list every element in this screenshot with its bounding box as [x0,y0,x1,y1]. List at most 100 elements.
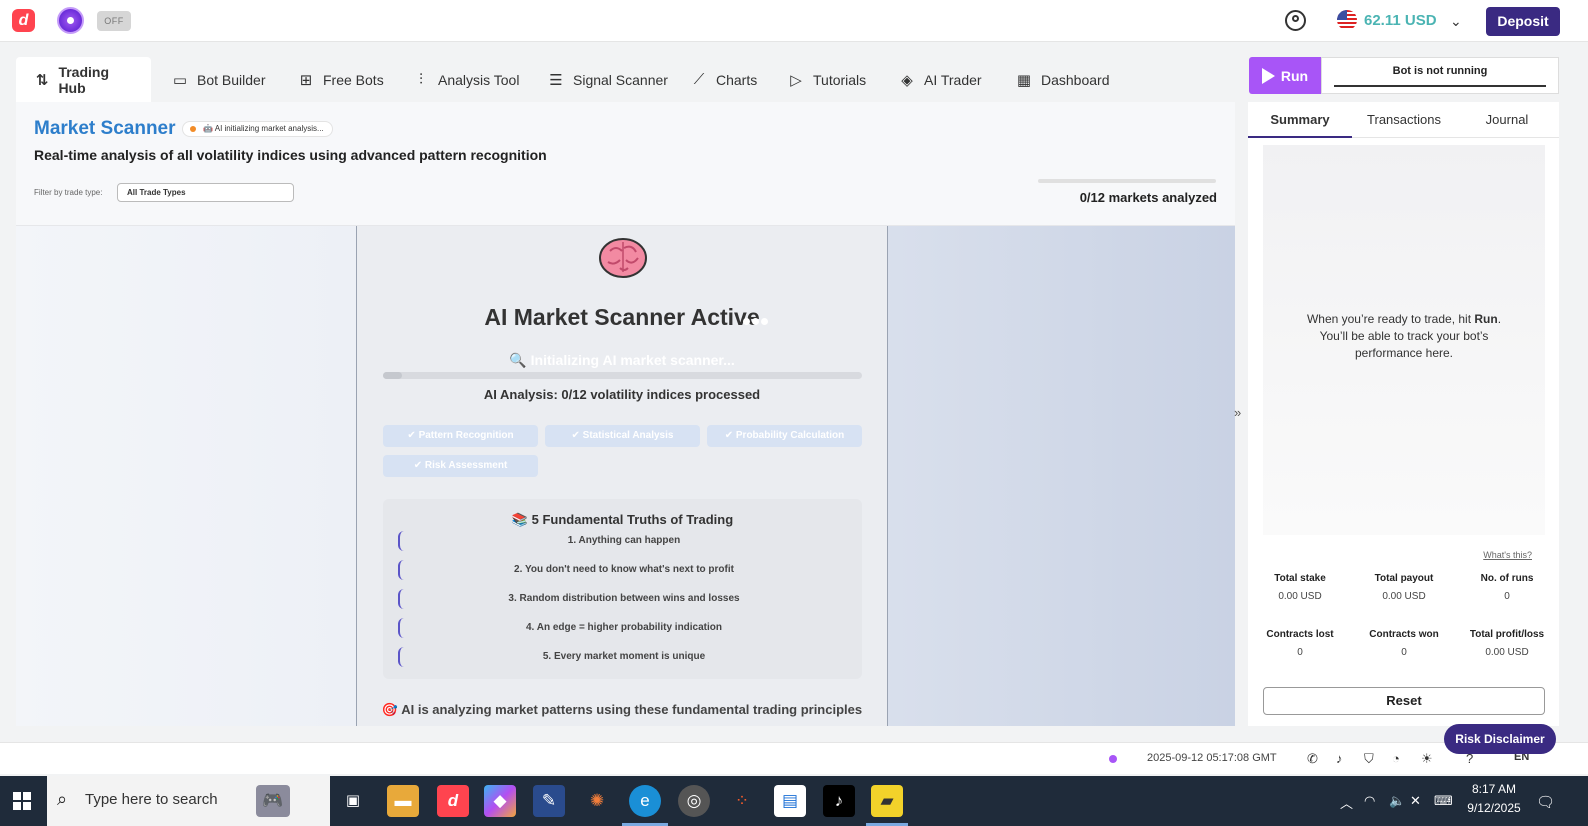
bot-status-line [1334,85,1546,87]
empty-text-period: . [1497,312,1502,326]
search-placeholder: Type here to search [85,791,218,808]
trading-hub-panel: Market Scanner 🤖 AI initializing market … [16,102,1235,726]
chip-pattern-recognition: ✔ Pattern Recognition [383,425,538,447]
sun-icon[interactable]: ☀ [1421,751,1433,767]
gamepad-icon[interactable]: 🎮 [256,785,290,817]
store-icon[interactable]: ▤ [774,785,806,817]
trade-type-select[interactable]: All Trade Types [117,183,294,202]
windows-start-icon[interactable] [13,792,31,810]
volume-icon[interactable]: 🔈 [1389,793,1405,809]
tab-label: Tutorials [813,71,867,88]
play-icon: ▷ [790,71,802,89]
copilot-icon[interactable]: ◆ [484,785,516,817]
account-balance[interactable]: 62.11 USD [1364,12,1437,29]
burst-app-icon[interactable]: ✺ [581,785,613,817]
scanner-progress-fill [383,372,403,379]
empty-text-run: Run [1474,312,1498,326]
tab-free-bots[interactable]: ⊞ Free Bots [279,57,402,102]
market-scanner-header: Market Scanner 🤖 AI initializing market … [16,102,1235,226]
stat-label: Contracts won [1369,629,1439,640]
tab-label: AI Trader [924,71,982,88]
run-button[interactable]: Run [1249,57,1321,94]
chevron-down-icon[interactable]: ⌄ [1450,13,1462,30]
tab-trading-hub[interactable]: ⇅ Trading Hub [16,57,151,102]
collapse-panel-icon[interactable]: » [1234,405,1241,420]
edge-browser-icon[interactable]: e [629,785,661,817]
stat-value: 0.00 USD [1278,591,1322,602]
gauge-icon[interactable]: ◔ [1392,751,1400,766]
reset-button[interactable]: Reset [1263,687,1545,715]
notifications-icon[interactable]: 🗨 [1536,793,1555,811]
deposit-button[interactable]: Deposit [1486,7,1560,36]
scanner-area: AI Market Scanner Active 🔍 Initializing A… [16,226,1235,726]
summary-empty-state: When you’re ready to trade, hit Run. You… [1263,145,1545,535]
tab-signal-scanner[interactable]: ☰ Signal Scanner [529,57,686,102]
top-header: d OFF 62.11 USD ⌄ Deposit [0,0,1588,42]
risk-disclaimer-button[interactable]: Risk Disclaimer [1444,724,1556,754]
shield-icon[interactable]: ⛉ [1364,751,1374,767]
analysis-note-text: AI is analyzing market patterns using th… [401,702,863,717]
wifi-icon[interactable]: ◠ [1364,793,1375,809]
tab-ai-trader[interactable]: ◈ AI Trader [880,57,1000,102]
page-title: Market Scanner [34,118,176,139]
stat-value: 0.00 USD [1485,647,1529,658]
init-status: 🔍 Initializing AI market scanner... [357,352,887,369]
stat-label: Total stake [1274,573,1326,584]
file-explorer-icon[interactable]: ▬ [387,785,419,817]
markets-progress-bar [1038,179,1216,183]
taskbar-clock[interactable]: 8:17 AM 9/12/2025 [1462,780,1526,818]
tab-transactions[interactable]: Transactions [1352,102,1456,138]
loading-dots [743,312,770,330]
tab-analysis-tool[interactable]: ⫶ Analysis Tool [394,57,537,102]
stat-value: 0 [1504,591,1510,602]
tab-dashboard[interactable]: ▦ Dashboard [997,57,1128,102]
tab-tutorials[interactable]: ▷ Tutorials [769,57,884,102]
deriv-logo[interactable]: d [12,9,35,32]
book-icon: 📚 [511,512,532,527]
account-icon[interactable] [1285,10,1306,31]
tiktok-app-icon[interactable]: ♪ [823,785,855,817]
summary-panel: When you’re ready to trade, hit Run. You… [1248,138,1559,726]
stat-contracts-lost: Contracts lost 0 [1248,629,1352,658]
stat-label: Total payout [1374,573,1434,584]
sticky-notes-icon[interactable]: ▰ [871,785,903,817]
ai-orb-icon[interactable] [57,7,84,34]
bot-status-text: Bot is not running [1392,65,1488,77]
magnifier-icon: 🔍 [509,352,527,368]
server-time: 2025-09-12 05:17:08 GMT [1147,752,1277,764]
line-chart-icon: ⟋ [693,71,705,88]
task-view-icon[interactable]: ▣ [337,785,369,817]
deriv-app-icon[interactable]: d [437,785,469,817]
empty-text-1: When you’re ready to trade, hit [1306,312,1475,326]
chip-probability-calculation: ✔ Probability Calculation [707,425,862,447]
whats-this-link[interactable]: What's this? [1483,550,1532,560]
keyboard-icon[interactable]: ⌨ [1434,793,1453,809]
stat-label: Total profit/loss [1469,629,1545,640]
truth-item: 5. Every market moment is unique [398,647,848,667]
clock-date: 9/12/2025 [1467,801,1521,815]
ime-icon[interactable]: ✕ [1410,793,1421,809]
connection-dot [1109,755,1117,763]
app-icon[interactable]: ✎ [533,785,565,817]
arrows-updown-icon: ⇅ [35,71,49,89]
analysis-status: AI Analysis: 0/12 volatility indices pro… [483,387,761,402]
tiktok-icon[interactable]: ♪ [1336,751,1343,766]
office-app-icon[interactable]: ⁘ [726,785,758,817]
tab-summary[interactable]: Summary [1248,102,1352,138]
layers-icon: ◈ [901,71,913,89]
stat-label: Contracts lost [1266,629,1334,640]
whatsapp-icon[interactable]: ✆ [1307,751,1318,767]
tab-charts[interactable]: ⟋ Charts [672,57,775,102]
tab-bot-builder[interactable]: ▭ Bot Builder [153,57,283,102]
filter-label: Filter by trade type: [34,188,103,197]
tab-journal[interactable]: Journal [1455,102,1559,138]
stat-no-of-runs: No. of runs 0 [1455,573,1559,602]
markets-analyzed-count: 0/12 markets analyzed [1079,190,1217,205]
stat-total-stake: Total stake 0.00 USD [1248,573,1352,602]
camera-app-icon[interactable]: ◎ [678,785,710,817]
toggle-off-switch[interactable]: OFF [97,11,131,31]
stat-value: 0 [1401,647,1407,658]
tray-overflow-icon[interactable]: ︿ [1340,793,1353,812]
run-panel-tabs: Summary Transactions Journal [1248,102,1559,138]
status-bar: 2025-09-12 05:17:08 GMT ✆ ♪ ⛉ ◔ ☀ ? EN [0,742,1588,774]
